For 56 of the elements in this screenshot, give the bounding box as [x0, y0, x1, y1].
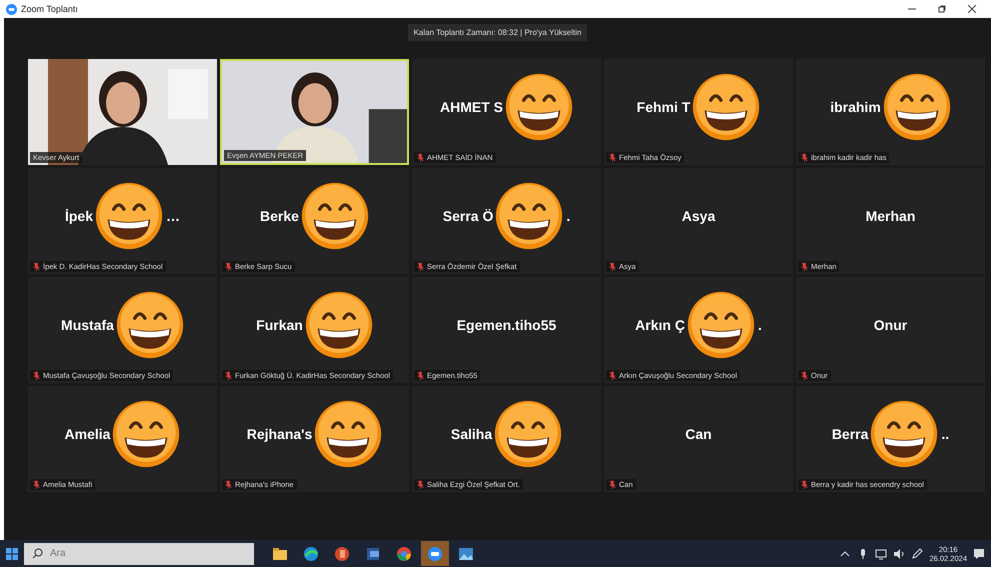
participant-display-name: Merhan: [866, 208, 916, 224]
muted-microphone-icon: [225, 371, 232, 380]
participant-display-name: Asya: [682, 208, 716, 224]
muted-microphone-icon: [33, 480, 40, 489]
participant-display-name: Saliha: [450, 426, 492, 442]
muted-microphone-icon: [417, 262, 424, 271]
muted-microphone-icon: [801, 480, 808, 489]
participant-display-name: Can: [685, 426, 712, 442]
participant-display-name: Fehmi T: [636, 99, 690, 115]
name-ellipsis: …: [166, 208, 180, 224]
window-title: Zoom Toplantı: [21, 4, 78, 14]
name-ellipsis: .: [758, 317, 762, 333]
participant-display-name: Berra: [832, 426, 868, 442]
participant-display-name: Egemen.tiho55: [456, 317, 556, 333]
muted-microphone-icon: [417, 480, 424, 489]
taskbar-app-button[interactable]: [421, 541, 449, 566]
close-icon: [968, 5, 976, 13]
pen-icon[interactable]: [911, 548, 924, 560]
notification-icon[interactable]: [973, 548, 985, 560]
video-camera-icon: [426, 544, 444, 562]
meeting-time-banner[interactable]: Kalan Toplantı Zamanı: 08:32 | Pro'ya Yükseltin: [408, 24, 588, 41]
muted-microphone-icon: [417, 153, 424, 162]
participant-display-name: Rejhana's: [246, 426, 312, 442]
muted-microphone-icon: [609, 262, 616, 271]
participant-display-name: Serra Ö: [442, 208, 494, 224]
search-field[interactable]: Ara: [24, 542, 254, 564]
muted-microphone-icon: [225, 262, 232, 271]
muted-microphone-icon: [33, 371, 40, 380]
muted-microphone-icon: [801, 153, 808, 162]
speaker-icon[interactable]: [893, 548, 906, 560]
participant-display-name: Berke: [260, 208, 299, 224]
participant-display-name: İpek: [64, 208, 93, 224]
search-icon: [32, 548, 43, 558]
start-icon[interactable]: [6, 548, 18, 560]
name-ellipsis: ..: [941, 426, 950, 442]
participant-display-name: Mustafa: [61, 317, 114, 333]
muted-microphone-icon: [801, 262, 808, 271]
app-logo-icon: [6, 4, 17, 14]
participant-display-name: Onur: [874, 317, 908, 333]
browser-icon: [395, 544, 413, 562]
participant-display-name: ibrahim: [830, 99, 881, 115]
name-ellipsis: .: [566, 208, 570, 224]
muted-microphone-icon: [609, 480, 616, 489]
presentation-icon: [333, 544, 351, 562]
restore-icon: [938, 5, 946, 13]
muted-microphone-icon: [801, 371, 808, 380]
muted-microphone-icon: [609, 371, 616, 380]
muted-microphone-icon: [609, 153, 616, 162]
globe-icon: [302, 544, 320, 562]
participant-display-name: AHMET S: [440, 99, 503, 115]
participant-display-name: Furkan: [256, 317, 303, 333]
muted-microphone-icon: [417, 371, 424, 380]
participant-display-name: Amelia: [64, 426, 110, 442]
muted-microphone-icon: [33, 262, 40, 271]
participant-display-name: Arkın Ç: [635, 317, 685, 333]
muted-microphone-icon: [225, 480, 232, 489]
